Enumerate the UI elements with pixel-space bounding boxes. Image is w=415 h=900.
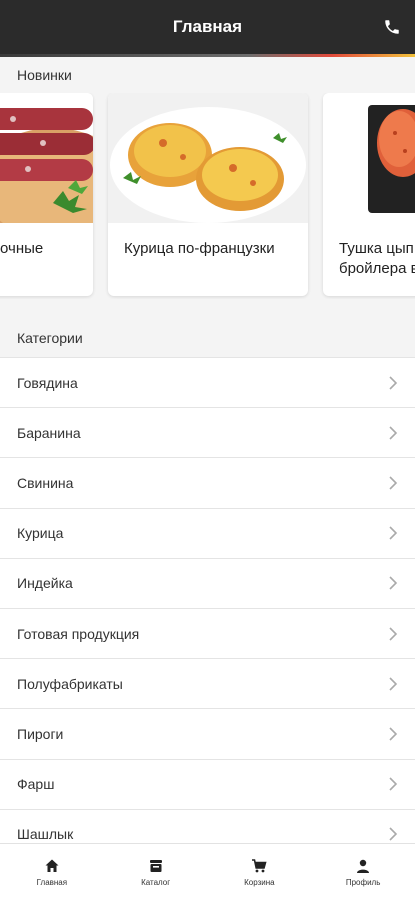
category-label: Говядина [17,374,78,391]
categories-section-title: Категории [17,330,83,346]
nav-item-home[interactable]: Главная [0,844,104,900]
phone-icon [385,20,399,34]
nav-label: Каталог [141,878,171,887]
bottom-navigation: Главная Каталог Корзина Профиль [0,843,415,900]
category-item-chicken[interactable]: Курица [0,507,415,558]
product-name: очные [0,240,44,257]
nav-item-cart[interactable]: Корзина [208,844,312,900]
new-section-title: Новинки [17,67,72,83]
nav-label: Профиль [345,878,381,887]
product-card[interactable]: Курица по-французки [108,93,308,296]
categories-list: Говядина Баранина Свинина Курица Индейка… [0,357,415,843]
category-item-semi-finished[interactable]: Полуфабрикаты [0,658,415,708]
app-header: Главная [0,0,415,54]
chevron-right-icon [389,576,398,590]
category-label: Готовая продукция [17,625,140,642]
page-title: Главная [172,17,243,36]
category-label: Фарш [17,776,55,793]
chevron-right-icon [389,727,398,741]
category-item-shashlik[interactable]: Шашлык [0,808,415,843]
category-item-pies[interactable]: Пироги [0,708,415,758]
cart-icon [252,859,267,873]
catalog-icon [149,860,162,872]
new-products-carousel[interactable]: очные Курица по-французки Тушка цып брой… [0,93,415,299]
chevron-right-icon [389,526,398,540]
chevron-right-icon [389,777,398,791]
chevron-right-icon [389,376,398,390]
category-label: Курица [17,525,64,542]
chevron-right-icon [389,626,398,641]
chevron-right-icon [389,476,398,490]
chevron-right-icon [389,827,398,841]
product-image-sausages [0,93,93,223]
category-item-ready-food[interactable]: Готовая продукция [0,607,415,658]
category-item-turkey[interactable]: Индейка [0,557,415,608]
product-card[interactable]: очные [0,93,93,296]
nav-label: Главная [36,878,68,887]
product-name: Курица по-французки [124,240,275,257]
phone-button[interactable] [379,14,405,40]
product-name: Тушка цып бройлера в [339,240,415,277]
product-image-broiler-chicken [323,93,415,223]
category-item-minced-meat[interactable]: Фарш [0,758,415,809]
chevron-right-icon [389,426,398,440]
profile-icon [357,859,370,873]
header-accent-line [0,54,415,57]
nav-item-profile[interactable]: Профиль [311,844,415,900]
category-item-pork[interactable]: Свинина [0,457,415,507]
product-card[interactable]: Тушка цып бройлера в [323,93,415,296]
category-label: Свинина [17,474,74,491]
nav-item-catalog[interactable]: Каталог [104,844,208,900]
chevron-right-icon [389,677,398,691]
product-image-chicken-french [108,93,308,223]
category-item-lamb[interactable]: Баранина [0,407,415,457]
category-label: Шашлык [17,826,74,843]
category-label: Баранина [17,424,81,441]
category-item-beef[interactable]: Говядина [0,357,415,407]
category-label: Индейка [17,575,73,592]
category-label: Пироги [17,725,64,742]
home-icon [45,859,59,872]
nav-label: Корзина [244,878,275,887]
category-label: Полуфабрикаты [17,675,123,692]
